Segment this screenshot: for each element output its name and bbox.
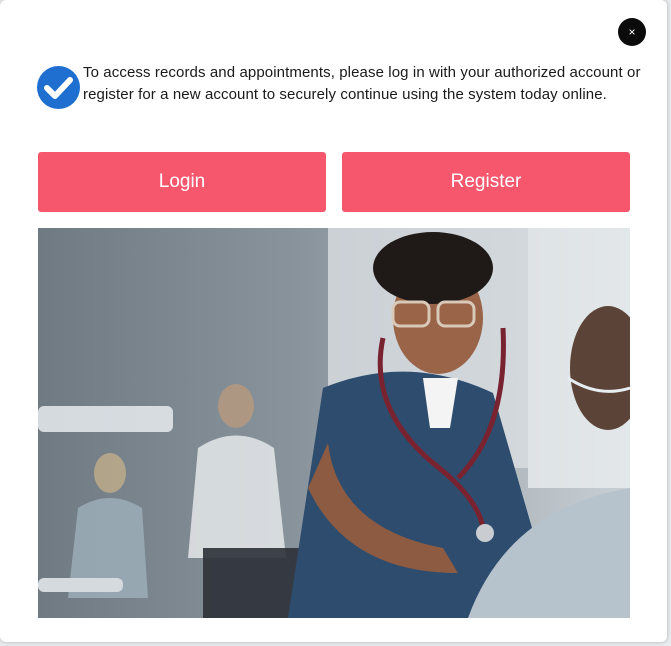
close-button[interactable]: × — [618, 18, 646, 46]
access-message: To access records and appointments, plea… — [83, 64, 641, 103]
register-button[interactable]: Register — [342, 152, 630, 212]
check-circle-icon — [37, 66, 80, 109]
close-icon: × — [628, 25, 636, 39]
doctor-patient-illustration — [38, 228, 630, 618]
hero-image — [38, 228, 630, 618]
login-button[interactable]: Login — [38, 152, 326, 212]
login-register-dialog: × To access records and appointments, pl… — [0, 0, 667, 642]
